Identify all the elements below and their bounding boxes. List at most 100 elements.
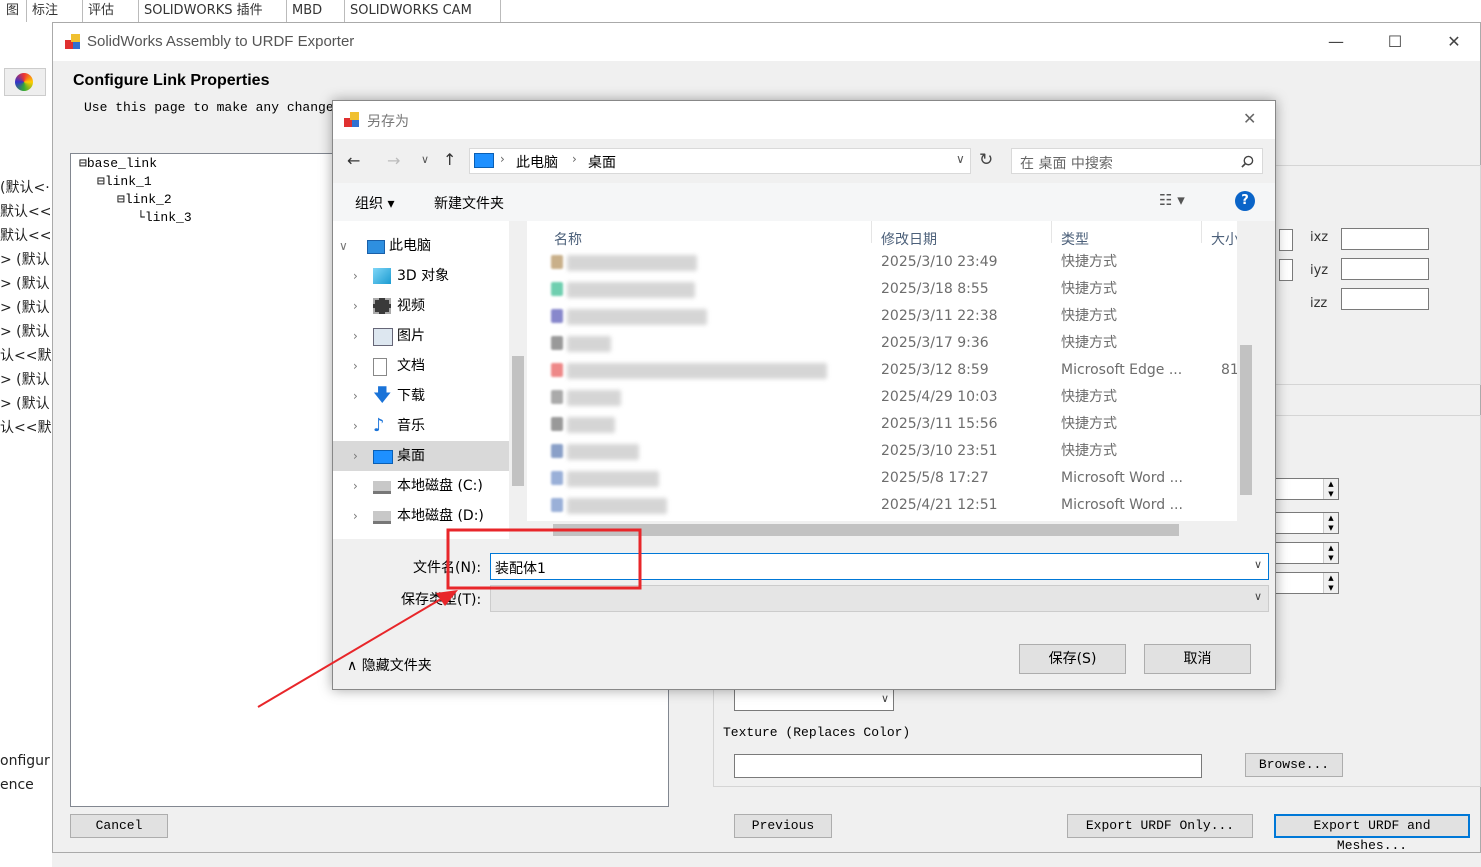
column-header-date[interactable]: 修改日期 (881, 229, 937, 249)
tree-node[interactable]: ⊟link_1 (97, 174, 152, 189)
list-horizontal-scrollbar[interactable] (527, 521, 1255, 539)
address-bar[interactable]: › 此电脑 › 桌面 ∨ (469, 148, 971, 174)
cancel-button[interactable]: Cancel (70, 814, 168, 838)
browse-button[interactable]: Browse... (1245, 753, 1343, 777)
column-header-size[interactable]: 大小 (1211, 229, 1239, 249)
chevron-right-icon[interactable]: › (353, 381, 358, 411)
chevron-right-icon[interactable]: › (353, 261, 358, 291)
chevron-right-icon[interactable]: › (353, 411, 358, 441)
chevron-right-icon[interactable]: › (353, 291, 358, 321)
numeric-input[interactable]: ▲ ▼ (1275, 512, 1339, 534)
file-row[interactable]: 2025/3/18 8:55 快捷方式 (527, 276, 1247, 303)
help-icon[interactable]: ? (1235, 191, 1255, 211)
new-folder-button[interactable]: 新建文件夹 (434, 193, 504, 213)
breadcrumb-item[interactable]: 桌面 (588, 152, 616, 172)
chevron-right-icon[interactable]: › (353, 441, 358, 471)
texture-path-input[interactable] (734, 754, 1202, 778)
collapse-icon[interactable]: ⊟ (79, 156, 87, 171)
save-button[interactable]: 保存(S) (1019, 644, 1126, 674)
inertia-field[interactable] (1279, 259, 1293, 281)
export-urdf-and-meshes-button[interactable]: Export URDF and Meshes... (1274, 814, 1470, 853)
sw-tab[interactable]: 图 (0, 0, 27, 22)
appearance-icon[interactable] (4, 68, 46, 96)
filename-input[interactable]: 装配体1 ∨ (490, 553, 1269, 580)
column-header-type[interactable]: 类型 (1061, 229, 1089, 249)
collapse-icon[interactable]: ⊟ (97, 174, 105, 189)
maximize-button[interactable]: ☐ (1375, 29, 1415, 55)
organize-menu[interactable]: 组织 ▾ (355, 193, 394, 213)
view-options-icon[interactable]: ☷ ▾ (1159, 191, 1185, 209)
file-row[interactable]: 2025/3/11 15:56 快捷方式 (527, 411, 1247, 438)
nav-item-documents[interactable]: › 文档 (333, 351, 509, 381)
numeric-input[interactable]: ▲ ▼ (1275, 572, 1339, 594)
sw-tab[interactable]: SOLIDWORKS CAM (344, 0, 501, 22)
nav-item-music[interactable]: › ♪ 音乐 (333, 411, 509, 441)
up-arrow-icon[interactable]: ↑ (443, 150, 456, 169)
list-vertical-scrollbar[interactable] (1237, 221, 1255, 521)
breadcrumb-item[interactable]: 此电脑 (516, 152, 558, 172)
nav-item-3d-objects[interactable]: › 3D 对象 (333, 261, 509, 291)
cancel-button[interactable]: 取消 (1144, 644, 1251, 674)
file-row[interactable]: 2025/3/10 23:49 快捷方式 (527, 249, 1247, 276)
search-placeholder: 在 桌面 中搜索 (1020, 156, 1113, 172)
chevron-down-icon[interactable]: ∨ (956, 152, 965, 166)
nav-item-this-pc[interactable]: ∨ 此电脑 (333, 231, 509, 261)
spinner-icon[interactable]: ▲ ▼ (1323, 573, 1338, 593)
search-input[interactable]: 在 桌面 中搜索 (1011, 148, 1263, 174)
spinner-icon[interactable]: ▲ ▼ (1323, 513, 1338, 533)
file-row[interactable]: 2025/5/8 17:27Microsoft Word ...2 (527, 465, 1247, 492)
izz-input[interactable] (1341, 288, 1429, 310)
minimize-button[interactable]: — (1316, 29, 1356, 55)
sw-tab[interactable]: 标注 (26, 0, 83, 22)
nav-item-local-disk-c[interactable]: › 本地磁盘 (C:) (333, 471, 509, 501)
numeric-input[interactable]: ▲ ▼ (1275, 478, 1339, 500)
chevron-down-icon[interactable]: ∨ (1254, 558, 1262, 571)
hide-folders-toggle[interactable]: ∧ 隐藏文件夹 (347, 655, 432, 675)
close-button[interactable]: ✕ (1434, 29, 1474, 55)
inertia-field[interactable] (1279, 229, 1293, 251)
file-row[interactable]: 2025/3/11 22:38 快捷方式 (527, 303, 1247, 330)
file-row[interactable]: 2025/3/17 9:36 快捷方式 (527, 330, 1247, 357)
sw-tab[interactable]: SOLIDWORKS 插件 (138, 0, 287, 22)
nav-item-desktop[interactable]: › 桌面 (333, 441, 509, 471)
iyz-input[interactable] (1341, 258, 1429, 280)
scrollbar-thumb[interactable] (512, 356, 524, 486)
nav-item-local-disk-d[interactable]: › 本地磁盘 (D:) (333, 501, 509, 531)
chevron-down-icon[interactable]: ∨ (421, 153, 429, 166)
previous-button[interactable]: Previous (734, 814, 832, 838)
numeric-input[interactable]: ▲ ▼ (1275, 542, 1339, 564)
tree-node[interactable]: ⊟base_link (79, 156, 157, 171)
column-header-name[interactable]: 名称 (554, 229, 582, 249)
nav-item-pictures[interactable]: › 图片 (333, 321, 509, 351)
chevron-right-icon[interactable]: › (353, 351, 358, 381)
filetype-select[interactable]: ∨ (490, 585, 1269, 612)
refresh-icon[interactable]: ↻ (979, 150, 993, 170)
close-icon[interactable]: ✕ (1243, 109, 1256, 128)
file-row[interactable]: 2025/4/29 10:03 快捷方式 (527, 384, 1247, 411)
nav-item-videos[interactable]: › 视频 (333, 291, 509, 321)
chevron-right-icon[interactable]: › (353, 501, 358, 531)
sw-tab[interactable]: 评估 (82, 0, 139, 22)
chevron-down-icon[interactable]: ∨ (339, 231, 348, 261)
chevron-down-icon[interactable]: ∨ (1254, 590, 1262, 603)
sw-tab[interactable]: MBD (286, 0, 345, 22)
spinner-icon[interactable]: ▲ ▼ (1323, 543, 1338, 563)
ixz-input[interactable] (1341, 228, 1429, 250)
spinner-icon[interactable]: ▲ ▼ (1323, 479, 1338, 499)
collapse-icon[interactable]: ⊟ (117, 192, 125, 207)
tree-node[interactable]: └link_3 (137, 210, 192, 225)
file-row[interactable]: 2025/3/10 23:51 快捷方式 (527, 438, 1247, 465)
color-dropdown[interactable]: ∨ (734, 689, 894, 711)
scrollbar-thumb[interactable] (1240, 345, 1252, 495)
nav-item-downloads[interactable]: › 🡇 下载 (333, 381, 509, 411)
back-arrow-icon[interactable]: ← (347, 151, 360, 170)
chevron-right-icon[interactable]: › (353, 321, 358, 351)
file-row[interactable]: 2025/4/21 12:51Microsoft Word ...3 (527, 492, 1247, 519)
forward-arrow-icon[interactable]: → (387, 151, 400, 170)
export-urdf-only-button[interactable]: Export URDF Only... (1067, 814, 1253, 838)
nav-scrollbar[interactable] (509, 221, 527, 539)
scrollbar-thumb[interactable] (553, 524, 1179, 536)
file-row[interactable]: 2025/3/12 8:59Microsoft Edge ...81,5 (527, 357, 1252, 384)
tree-node[interactable]: ⊟link_2 (117, 192, 172, 207)
chevron-right-icon[interactable]: › (353, 471, 358, 501)
